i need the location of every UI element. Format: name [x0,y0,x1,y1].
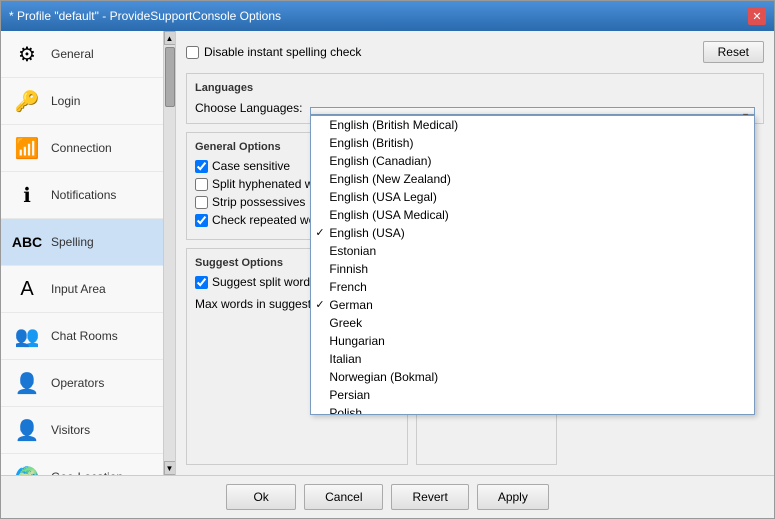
lang-item-english-(british)[interactable]: English (British) [311,134,754,152]
top-bar: Disable instant spelling check Reset [186,41,764,63]
sidebar-item-general[interactable]: ⚙ General [1,31,163,78]
lang-item-finnish[interactable]: Finnish [311,260,754,278]
sidebar-scroll: ⚙ General 🔑 Login 📶 Connection ℹ Notifications A… [1,31,163,475]
lang-item-greek[interactable]: Greek [311,314,754,332]
language-dropdown-container: English (British Medical)English (Britis… [310,100,755,115]
sidebar-scrollbar: ▲ ▼ [163,31,175,475]
choose-lang-label: Choose Languages: [195,101,302,115]
sidebar-item-spelling[interactable]: ABC Spelling [1,219,163,266]
sidebar-item-chat-rooms[interactable]: 👥 Chat Rooms [1,313,163,360]
sidebar: ⚙ General 🔑 Login 📶 Connection ℹ Notifications A… [1,31,176,475]
scroll-up-arrow[interactable]: ▲ [164,31,176,45]
sidebar-label-input-area: Input Area [51,282,106,296]
window-title: * Profile "default" - ProvideSupportCons… [9,9,281,23]
sidebar-label-spelling: Spelling [51,235,94,249]
sidebar-label-general: General [51,47,94,61]
connection-icon: 📶 [11,132,43,164]
main-window: * Profile "default" - ProvideSupportCons… [0,0,775,519]
scroll-thumb[interactable] [165,47,175,107]
disable-spelling-checkbox[interactable] [186,46,199,59]
reset-button[interactable]: Reset [703,41,764,63]
sidebar-label-chat-rooms: Chat Rooms [51,329,118,343]
cancel-button[interactable]: Cancel [304,484,383,510]
sidebar-item-operators[interactable]: 👤 Operators [1,360,163,407]
lang-item-english-(british-medical)[interactable]: English (British Medical) [311,116,754,134]
ok-button[interactable]: Ok [226,484,296,510]
lang-item-french[interactable]: French [311,278,754,296]
language-dropdown[interactable] [310,107,755,115]
languages-title: Languages [195,82,755,94]
checkbox-split-hyphenated-words[interactable] [195,178,208,191]
sidebar-label-visitors: Visitors [51,423,90,437]
lang-item-norwegian-(bokmal)[interactable]: Norwegian (Bokmal) [311,368,754,386]
geo-location-icon: 🌍 [11,461,43,475]
sidebar-item-visitors[interactable]: 👤 Visitors [1,407,163,454]
lang-item-english-(canadian)[interactable]: English (Canadian) [311,152,754,170]
footer: Ok Cancel Revert Apply [1,475,774,518]
checkbox-strip-possessives[interactable] [195,196,208,209]
lang-item-hungarian[interactable]: Hungarian [311,332,754,350]
sidebar-item-notifications[interactable]: ℹ Notifications [1,172,163,219]
checkbox-check-repeated-words[interactable] [195,214,208,227]
sidebar-label-login: Login [51,94,80,108]
right-panel: Disable instant spelling check Reset Lan… [176,31,774,475]
sidebar-item-input-area[interactable]: A Input Area [1,266,163,313]
apply-button[interactable]: Apply [477,484,549,510]
sidebar-label-connection: Connection [51,141,112,155]
lang-item-estonian[interactable]: Estonian [311,242,754,260]
visitors-icon: 👤 [11,414,43,446]
disable-spelling-check[interactable]: Disable instant spelling check [186,45,361,59]
lang-item-italian[interactable]: Italian [311,350,754,368]
main-content: ⚙ General 🔑 Login 📶 Connection ℹ Notifications A… [1,31,774,475]
login-icon: 🔑 [11,85,43,117]
language-list: English (British Medical)English (Britis… [310,115,755,415]
chat-rooms-icon: 👥 [11,320,43,352]
notifications-icon: ℹ [11,179,43,211]
checkbox-case-sensitive[interactable] [195,160,208,173]
lang-item-english-(usa)[interactable]: English (USA) [311,224,754,242]
operators-icon: 👤 [11,367,43,399]
disable-spelling-label: Disable instant spelling check [204,45,361,59]
choose-lang-row: Choose Languages: English (British Medic… [195,100,755,115]
sidebar-item-geo-location[interactable]: 🌍Geo-Location [1,454,163,475]
title-bar: * Profile "default" - ProvideSupportCons… [1,1,774,31]
scroll-down-arrow[interactable]: ▼ [164,461,176,475]
spelling-icon: ABC [11,226,43,258]
lang-item-english-(usa-legal)[interactable]: English (USA Legal) [311,188,754,206]
lang-item-german[interactable]: German [311,296,754,314]
sidebar-label-notifications: Notifications [51,188,116,202]
sidebar-label-operators: Operators [51,376,104,390]
languages-section: Languages Choose Languages: English (Bri… [186,73,764,124]
general-icon: ⚙ [11,38,43,70]
lang-item-english-(new-zealand)[interactable]: English (New Zealand) [311,170,754,188]
close-button[interactable]: ✕ [748,7,766,25]
input-area-icon: A [11,273,43,305]
sidebar-item-connection[interactable]: 📶 Connection [1,125,163,172]
lang-item-persian[interactable]: Persian [311,386,754,404]
lang-item-english-(usa-medical)[interactable]: English (USA Medical) [311,206,754,224]
revert-button[interactable]: Revert [391,484,468,510]
sidebar-item-login[interactable]: 🔑 Login [1,78,163,125]
lang-item-polish[interactable]: Polish [311,404,754,415]
